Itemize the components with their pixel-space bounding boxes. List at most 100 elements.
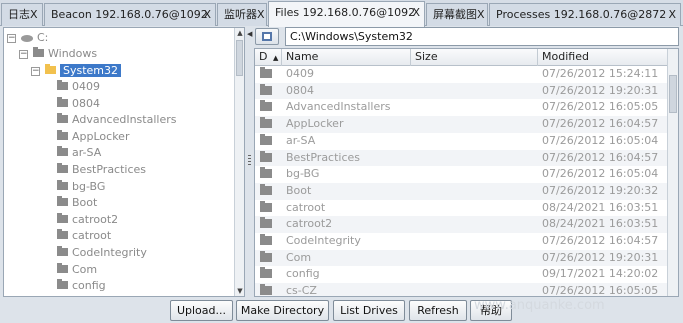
close-icon[interactable]: X (203, 4, 211, 25)
tree-node[interactable]: ar-SA (57, 145, 101, 161)
table-row[interactable]: Com 07/26/2012 19:20:31 (255, 249, 668, 267)
table-row[interactable]: bg-BG 07/26/2012 16:05:04 (255, 166, 668, 183)
folder-icon (260, 266, 272, 282)
tree-node[interactable]: bg-BG (57, 179, 105, 195)
tab-screenshots[interactable]: 屏幕截图X (426, 3, 488, 26)
folder-icon (57, 80, 68, 90)
file-modified: 07/26/2012 19:20:31 (542, 83, 659, 97)
collapse-icon[interactable]: − (19, 49, 28, 59)
table-row[interactable]: 0804 07/26/2012 19:20:31 (255, 82, 668, 100)
up-directory-button[interactable] (255, 28, 279, 45)
tree-node[interactable]: CodeIntegrity (57, 245, 147, 261)
tree-label: ar-SA (72, 146, 102, 159)
tab-log[interactable]: 日志X (1, 3, 43, 26)
tree-node[interactable]: Com (57, 262, 97, 278)
tab-label: Beacon 192.168.0.76@1092 (51, 8, 208, 21)
file-modified: 07/26/2012 19:20:32 (542, 183, 659, 197)
tree-node-windows[interactable]: − Windows (19, 46, 97, 62)
file-modified: 09/17/2021 14:20:02 (542, 267, 659, 281)
column-header-name[interactable]: Name (282, 49, 411, 66)
tree-node-system32[interactable]: − System32 (31, 63, 122, 79)
upload-button[interactable]: Upload... (170, 300, 233, 321)
tab-processes[interactable]: Processes 192.168.0.76@2872 X (489, 3, 681, 26)
file-name: 0804 (286, 83, 314, 97)
file-modified: 07/26/2012 16:04:57 (542, 234, 659, 247)
folder-icon (260, 216, 272, 232)
column-header-size[interactable]: Size (411, 49, 538, 66)
table-row[interactable]: catroot2 08/24/2021 16:03:51 (255, 216, 668, 233)
table-row[interactable]: ar-SA 07/26/2012 16:05:04 (255, 133, 668, 150)
file-modified: 07/26/2012 16:05:05 (542, 284, 659, 297)
list-drives-button[interactable]: List Drives (333, 300, 405, 321)
tree-node[interactable]: BestPractices (57, 162, 146, 178)
column-label: D (259, 50, 268, 63)
table-row[interactable]: config 09/17/2021 14:20:02 (255, 266, 668, 283)
table-row[interactable]: 0409 07/26/2012 15:24:11 (255, 66, 668, 83)
refresh-button[interactable]: Refresh (409, 300, 467, 321)
tree-node[interactable]: AdvancedInstallers (57, 112, 176, 128)
column-header-modified[interactable]: Modified (538, 49, 668, 66)
open-folder-icon (45, 64, 56, 74)
folder-icon (260, 250, 272, 266)
collapse-icon[interactable]: − (7, 33, 16, 43)
file-browser: C:\Windows\System32 D ▲ Name Size Modifi… (254, 27, 679, 297)
drive-icon (21, 34, 33, 42)
tree-scrollbar[interactable]: ▲ ▼ (234, 28, 244, 296)
column-header-d[interactable]: D ▲ (255, 49, 282, 66)
table-row[interactable]: CodeIntegrity 07/26/2012 16:04:57 (255, 233, 668, 250)
table-row[interactable]: catroot 08/24/2021 16:03:51 (255, 200, 668, 217)
table-row[interactable]: BestPractices 07/26/2012 16:04:57 (255, 149, 668, 167)
tab-bar: 日志X Beacon 192.168.0.76@1092 X 监听器X File… (0, 0, 683, 27)
tree-node[interactable]: catroot (57, 228, 111, 244)
file-table: D ▲ Name Size Modified 0409 07/26/2012 15… (254, 48, 679, 297)
scroll-up-icon[interactable]: ▲ (235, 28, 244, 38)
folder-icon (57, 229, 68, 239)
tree-node[interactable]: catroot2 (57, 212, 118, 228)
folder-icon (260, 283, 272, 296)
table-row[interactable]: Boot 07/26/2012 19:20:32 (255, 182, 668, 200)
tree-label: AdvancedInstallers (72, 113, 177, 126)
tab-beacon[interactable]: Beacon 192.168.0.76@1092 X (44, 3, 216, 26)
file-name: AppLocker (286, 117, 344, 131)
file-name: AdvancedInstallers (286, 100, 391, 114)
tab-listeners[interactable]: 监听器X (217, 3, 267, 26)
table-row[interactable]: cs-CZ 07/26/2012 16:05:05 (255, 283, 668, 297)
directory-tree: − C: − Windows − System32 0409 0804 Advance… (3, 27, 245, 297)
sort-ascending-icon: ▲ (272, 54, 279, 62)
scroll-thumb[interactable] (236, 40, 243, 76)
file-name: Boot (286, 183, 312, 197)
table-row[interactable]: AppLocker 07/26/2012 16:04:57 (255, 116, 668, 133)
close-icon[interactable]: X (412, 2, 420, 23)
tree-node[interactable]: 0409 (57, 79, 100, 95)
path-input[interactable]: C:\Windows\System32 (285, 27, 679, 46)
folder-icon (260, 133, 272, 149)
tab-files[interactable]: Files 192.168.0.76@1092 X (268, 1, 425, 27)
tree-label: Boot (72, 196, 98, 209)
file-name: cs-CZ (286, 284, 317, 297)
file-name: BestPractices (286, 150, 361, 164)
tree-label: Com (72, 263, 98, 276)
file-name: catroot2 (286, 217, 333, 231)
scroll-down-icon[interactable]: ▼ (235, 286, 244, 296)
tab-label: Processes 192.168.0.76@2872 (496, 8, 667, 21)
panel-splitter[interactable]: ◀ (246, 27, 254, 297)
scroll-thumb[interactable] (669, 75, 677, 113)
table-scrollbar[interactable] (667, 49, 678, 296)
file-modified: 07/26/2012 16:04:57 (542, 150, 659, 164)
collapse-left-icon[interactable]: ◀ (247, 30, 252, 38)
tree-node[interactable]: config (57, 278, 106, 294)
tab-label: 日志X (8, 8, 38, 21)
tree-node-drive[interactable]: − C: (7, 30, 48, 46)
table-row[interactable]: AdvancedInstallers 07/26/2012 16:05:05 (255, 99, 668, 116)
close-icon[interactable]: X (668, 4, 676, 25)
tree-node[interactable]: 0804 (57, 96, 100, 112)
file-name: Com (286, 250, 312, 264)
make-directory-button[interactable]: Make Directory (236, 300, 329, 321)
tree-node[interactable]: Boot (57, 195, 97, 211)
folder-icon (260, 166, 272, 182)
folder-icon (57, 279, 68, 289)
folder-icon (260, 233, 272, 249)
tree-node[interactable]: AppLocker (57, 129, 129, 145)
tab-label: 监听器X (224, 8, 265, 21)
collapse-icon[interactable]: − (31, 66, 40, 76)
